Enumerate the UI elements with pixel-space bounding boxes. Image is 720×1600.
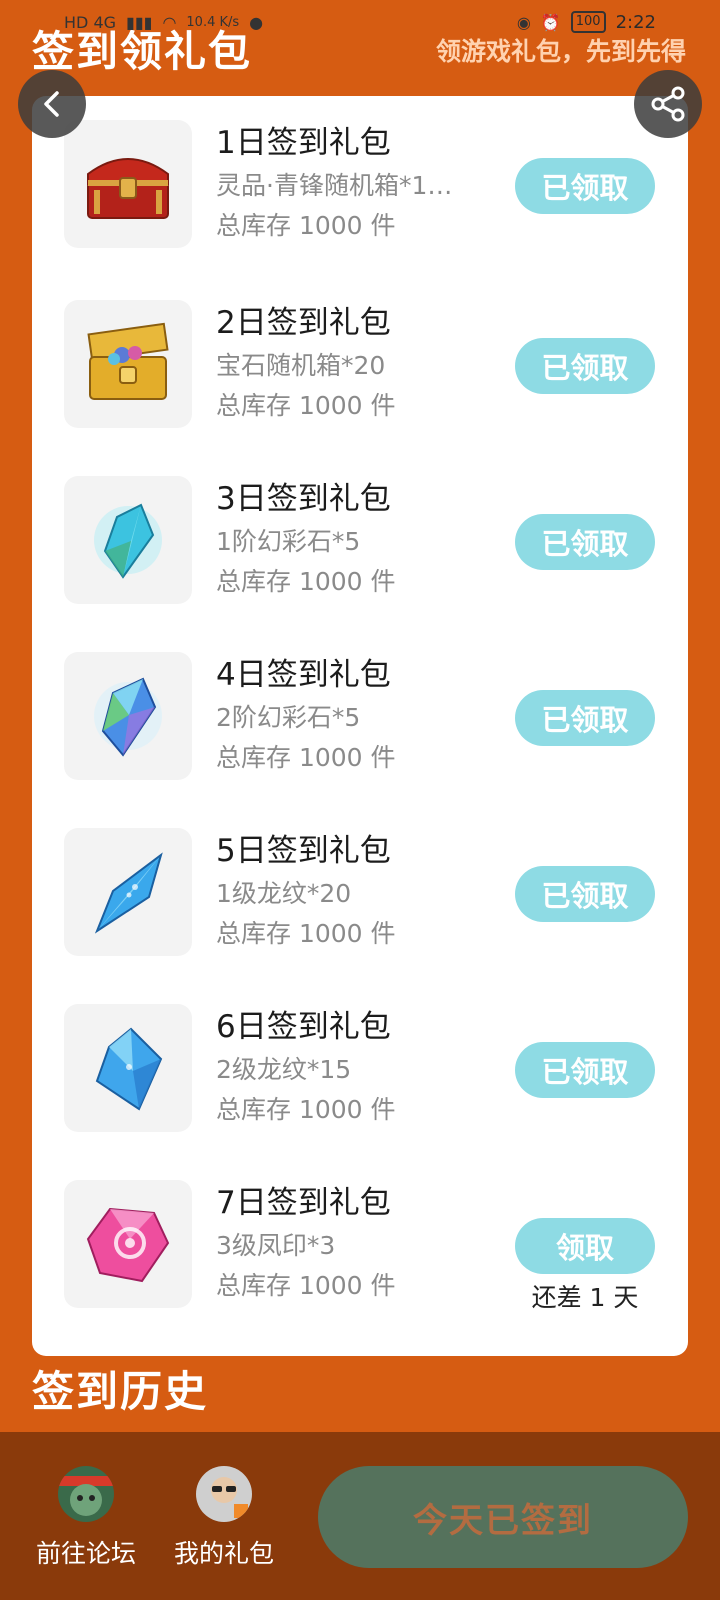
gift-desc: 1级龙纹*20 — [216, 879, 352, 908]
clock: 2:22 — [615, 11, 656, 33]
gift-stock: 总库存 1000 件 — [216, 1271, 396, 1300]
user-avatar — [196, 1466, 252, 1522]
gift-card: 1日签到礼包 灵品·青锋随机箱*1… 总库存 1000 件 已领取 2日签到礼包… — [32, 96, 688, 1356]
rainbow-crystal-icon — [94, 677, 162, 757]
gift-stock: 总库存 1000 件 — [216, 743, 396, 772]
gift-row: 7日签到礼包 3级凤印*3 总库存 1000 件 领取 还差 1 天 — [32, 1156, 688, 1312]
forum-link[interactable]: 前往论坛 — [26, 1466, 146, 1570]
gift-desc: 3级凤印*3 — [216, 1231, 336, 1260]
gift-title: 6日签到礼包 — [216, 1009, 391, 1045]
pink-gem-icon — [86, 1207, 170, 1283]
gift-title: 4日签到礼包 — [216, 657, 391, 693]
battery-icon: 100 — [570, 11, 606, 33]
gift-row: 3日签到礼包 1阶幻彩石*5 总库存 1000 件 已领取 — [32, 452, 688, 604]
gift-stock: 总库存 1000 件 — [216, 919, 396, 948]
gift-thumbnail — [64, 300, 192, 428]
claimed-button[interactable]: 已领取 — [515, 1042, 655, 1098]
gift-thumbnail — [64, 476, 192, 604]
claimed-button[interactable]: 已领取 — [515, 866, 655, 922]
claimed-button[interactable]: 已领取 — [515, 514, 655, 570]
gift-row: 5日签到礼包 1级龙纹*20 总库存 1000 件 已领取 — [32, 804, 688, 956]
status-left: HD 4G ▮▮▮ ◠ 10.4 K/s ● — [64, 13, 263, 32]
blue-shard-icon — [94, 852, 163, 934]
bottom-bar: 前往论坛 我的礼包 今天已签到 — [0, 1432, 720, 1600]
gift-title: 3日签到礼包 — [216, 481, 391, 517]
network-label: HD 4G — [64, 12, 117, 32]
gold-treasure-chest-icon — [87, 322, 169, 400]
gift-info: 2日签到礼包 宝石随机箱*20 总库存 1000 件 — [216, 300, 486, 426]
gift-row: 2日签到礼包 宝石随机箱*20 总库存 1000 件 已领取 — [32, 276, 688, 428]
speed-indicator: 10.4 K/s — [186, 14, 240, 30]
history-title: 签到历史 — [32, 1367, 209, 1416]
claimed-button[interactable]: 已领取 — [515, 158, 655, 214]
blue-gem-icon — [95, 1027, 163, 1111]
back-button[interactable] — [18, 70, 86, 138]
gift-stock: 总库存 1000 件 — [216, 391, 396, 420]
forum-label: 前往论坛 — [35, 1539, 136, 1568]
gift-stock: 总库存 1000 件 — [216, 211, 396, 240]
share-button[interactable] — [634, 70, 702, 138]
gift-info: 5日签到礼包 1级龙纹*20 总库存 1000 件 — [216, 828, 486, 954]
gift-info: 1日签到礼包 灵品·青锋随机箱*1… 总库存 1000 件 — [216, 120, 486, 246]
game-character-icon — [58, 1466, 114, 1522]
alarm-icon: ⏰ — [540, 12, 561, 32]
gift-thumbnail — [64, 1180, 192, 1308]
days-remaining: 还差 1 天 — [531, 1283, 639, 1312]
forum-avatar — [58, 1466, 114, 1522]
red-treasure-chest-icon — [87, 158, 169, 219]
chat-icon: ● — [249, 12, 264, 32]
gift-title: 2日签到礼包 — [216, 305, 391, 341]
gift-stock: 总库存 1000 件 — [216, 1095, 396, 1124]
gift-title: 1日签到礼包 — [216, 125, 391, 161]
gift-title: 5日签到礼包 — [216, 833, 391, 869]
gift-thumbnail — [64, 828, 192, 956]
gift-desc: 1阶幻彩石*5 — [216, 527, 361, 556]
checkin-button[interactable]: 今天已签到 — [318, 1466, 688, 1568]
share-icon — [651, 86, 685, 122]
gift-thumbnail — [64, 652, 192, 780]
gift-row: 4日签到礼包 2阶幻彩石*5 总库存 1000 件 已领取 — [32, 628, 688, 780]
wifi-icon: ◠ — [162, 12, 177, 32]
gift-thumbnail — [64, 1004, 192, 1132]
gift-info: 6日签到礼包 2级龙纹*15 总库存 1000 件 — [216, 1004, 486, 1130]
blue-crystal-icon — [94, 503, 162, 579]
gift-stock: 总库存 1000 件 — [216, 567, 396, 596]
eye-icon: ◉ — [516, 12, 531, 32]
gift-desc: 宝石随机箱*20 — [216, 351, 386, 380]
avatar-icon — [196, 1466, 252, 1522]
gift-title: 7日签到礼包 — [216, 1185, 391, 1221]
claimed-button[interactable]: 已领取 — [515, 338, 655, 394]
gift-info: 4日签到礼包 2阶幻彩石*5 总库存 1000 件 — [216, 652, 486, 778]
gift-info: 3日签到礼包 1阶幻彩石*5 总库存 1000 件 — [216, 476, 486, 602]
gift-desc: 2级龙纹*15 — [216, 1055, 352, 1084]
chevron-left-icon — [44, 91, 59, 117]
claimed-button[interactable]: 已领取 — [515, 690, 655, 746]
my-gifts-label: 我的礼包 — [173, 1539, 274, 1568]
signal-icon: ▮▮▮ — [126, 12, 153, 32]
my-gifts-link[interactable]: 我的礼包 — [164, 1466, 284, 1570]
status-bar: HD 4G ▮▮▮ ◠ 10.4 K/s ● ◉ ⏰ 100 2:22 — [0, 0, 720, 44]
gift-desc: 2阶幻彩石*5 — [216, 703, 361, 732]
gift-desc: 灵品·青锋随机箱*1… — [216, 171, 453, 200]
gift-row: 1日签到礼包 灵品·青锋随机箱*1… 总库存 1000 件 已领取 — [32, 96, 688, 248]
gift-row: 6日签到礼包 2级龙纹*15 总库存 1000 件 已领取 — [32, 980, 688, 1132]
status-right: ◉ ⏰ 100 2:22 — [517, 11, 656, 33]
claim-button[interactable]: 领取 — [515, 1218, 655, 1274]
gift-thumbnail — [64, 120, 192, 248]
gift-info: 7日签到礼包 3级凤印*3 总库存 1000 件 — [216, 1180, 486, 1306]
